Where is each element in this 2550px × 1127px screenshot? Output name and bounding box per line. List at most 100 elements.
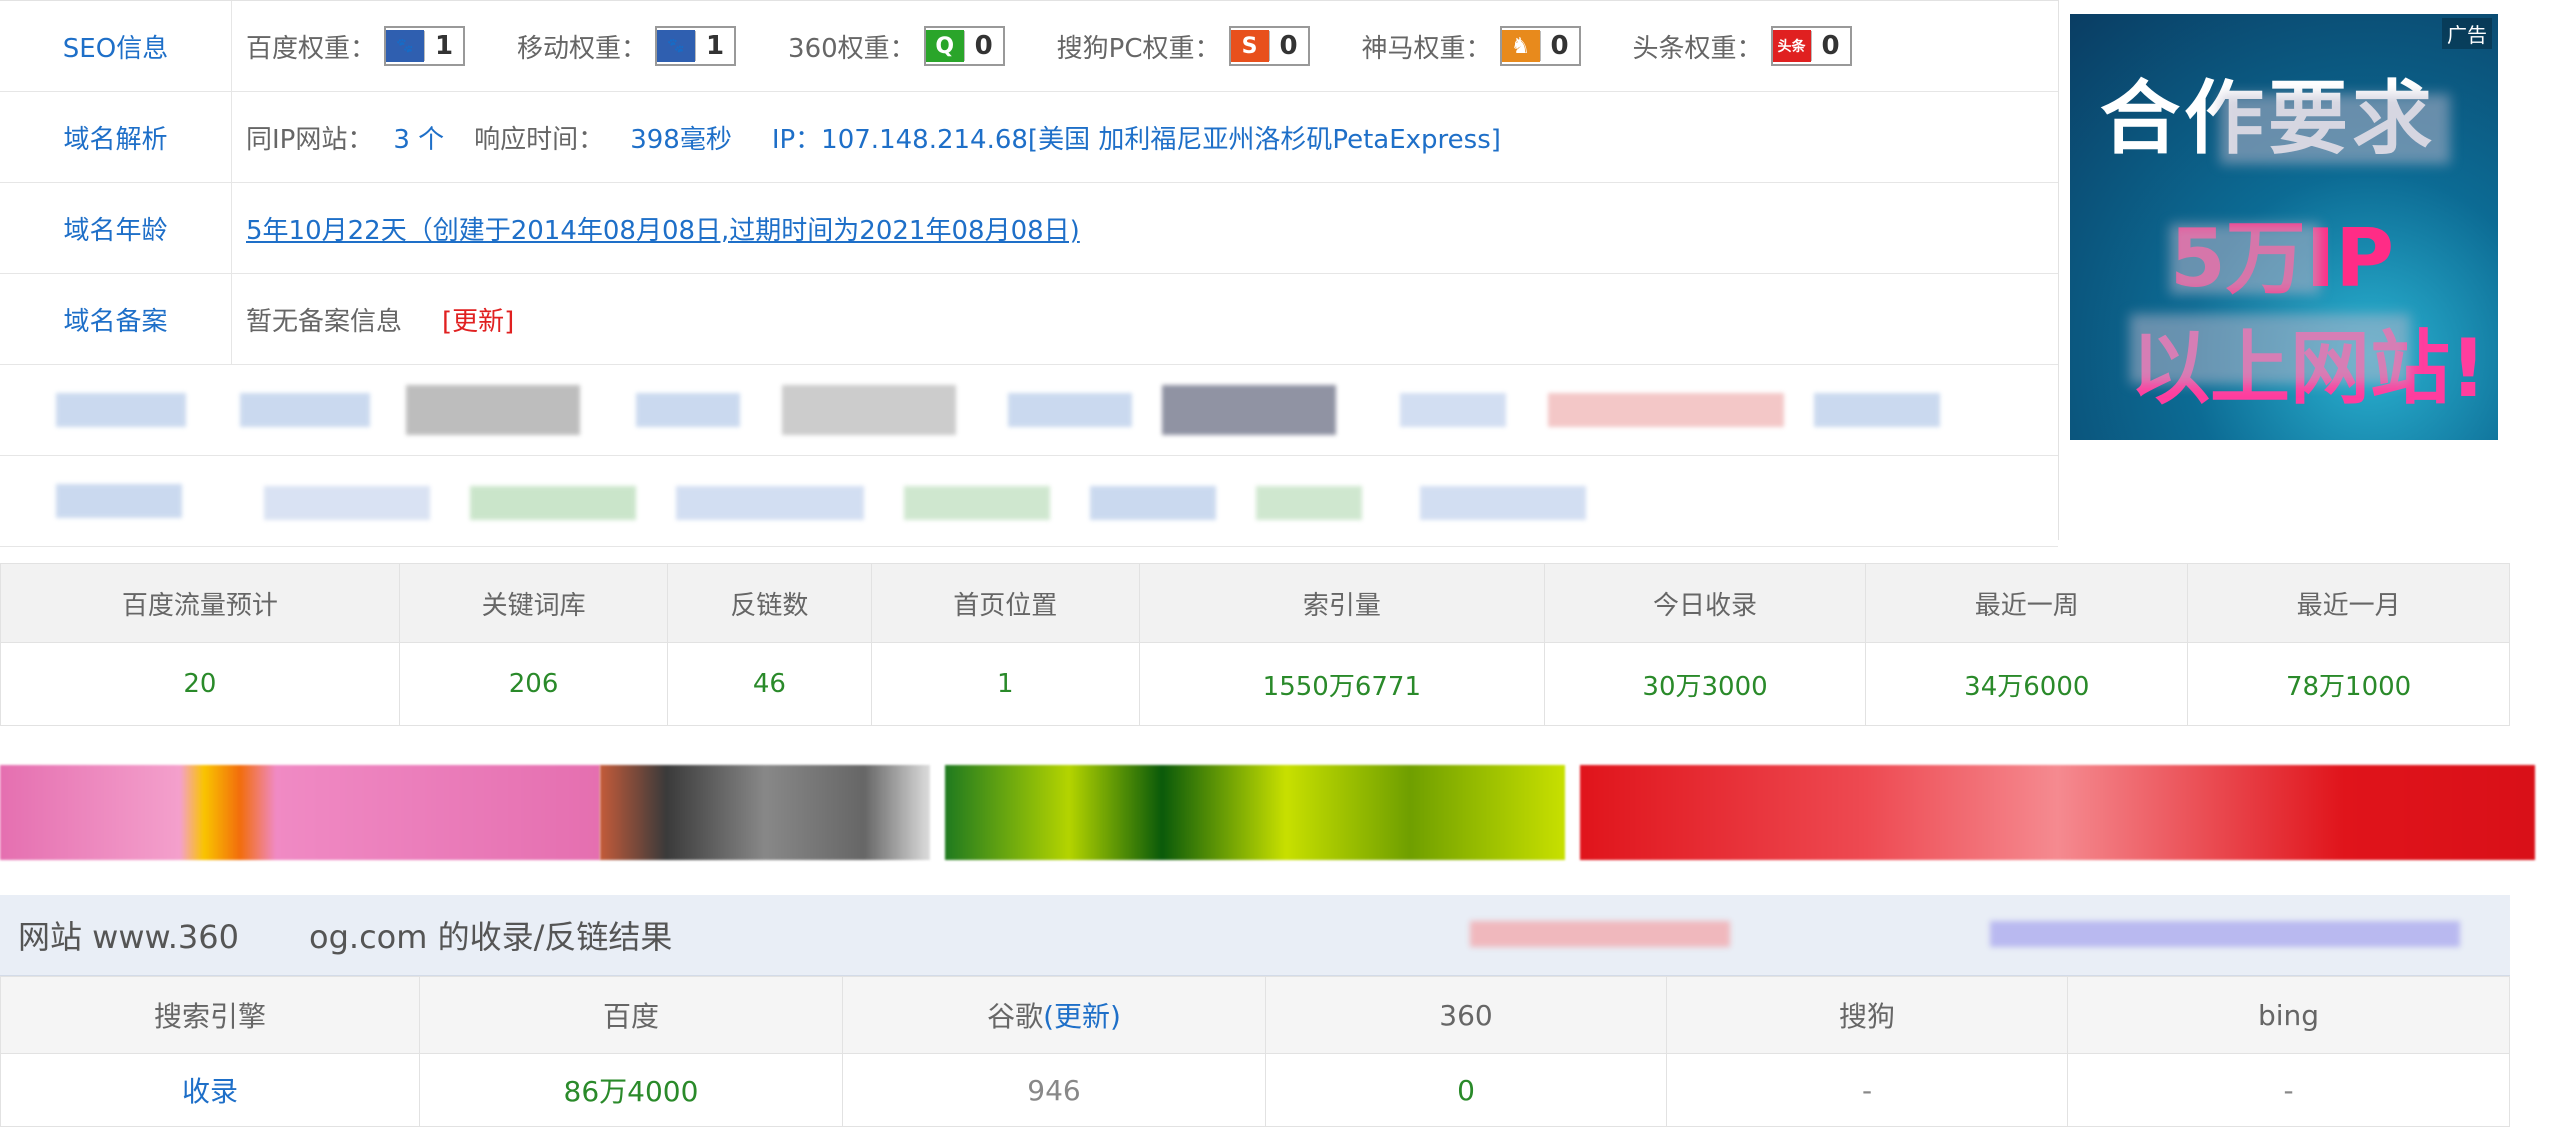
blurred-block <box>1814 393 1940 427</box>
stats-value-cell[interactable]: 206 <box>398 642 669 726</box>
ad-banner-strip[interactable] <box>945 765 1565 860</box>
ad-banner-strip[interactable] <box>0 765 600 860</box>
stats-header-cell: 首页位置 <box>870 563 1140 643</box>
blurred-block <box>1162 385 1336 435</box>
result-value-cell: - <box>2067 1053 2510 1127</box>
blurred-block <box>904 486 1050 520</box>
blurred-block <box>1008 393 1132 427</box>
weight-label: 百度权重： <box>246 33 377 64</box>
weight-value: 0 <box>963 31 1003 61</box>
weight-badge[interactable]: 🐾 1 <box>384 26 466 66</box>
baidu-paw-icon: 🐾 <box>386 30 425 62</box>
stats-header-cell: 今日收录 <box>1543 563 1867 643</box>
stats-value-row: 20 206 46 1 1550万6771 30万3000 34万6000 78万1000 <box>0 642 2510 726</box>
weight-badge[interactable]: 🐾 1 <box>655 26 737 66</box>
ad-banner-strip[interactable] <box>1580 765 2535 860</box>
weight-value: 0 <box>1810 31 1850 61</box>
blurred-block <box>56 484 182 518</box>
icp-value: 暂无备案信息 <box>246 306 403 337</box>
stats-value-cell[interactable]: 46 <box>667 642 872 726</box>
result-value-cell: - <box>1666 1053 2068 1127</box>
result-value-cell[interactable]: 946 <box>842 1053 1266 1127</box>
blurred-block <box>676 486 864 520</box>
weight-item: 头条权重： 头条 0 <box>1633 26 1852 66</box>
response-label: 响应时间： <box>474 124 605 155</box>
ad-banner[interactable]: 广告 合作要求 5万IP 以上网站! <box>2070 14 2498 440</box>
weight-item: 神马权重： ♞ 0 <box>1362 26 1581 66</box>
stats-value-cell[interactable]: 34万6000 <box>1865 642 2189 726</box>
stats-value-cell[interactable]: 78万1000 <box>2187 642 2510 726</box>
dns-row: 域名解析 同IP网站： 3 个 响应时间： 398毫秒 IP：107.148.2… <box>0 92 2058 183</box>
ad-blur-patch <box>2170 224 2320 294</box>
blurred-block <box>1420 486 1586 520</box>
seo-info-label[interactable]: SEO信息 <box>0 1 232 91</box>
domain-age-row: 域名年龄 5年10月22天（创建于2014年08月08日,过期时间为2021年0… <box>0 183 2058 274</box>
stats-value-cell[interactable]: 1 <box>870 642 1140 726</box>
site-info-table: SEO信息 百度权重： 🐾 1 移动权重： 🐾 1 360权重： Q 0 搜狗PC权重： S 0 神马权… <box>0 0 2058 547</box>
baidu-paw-icon: 🐾 <box>657 30 696 62</box>
ad-tag: 广告 <box>2442 18 2492 49</box>
weight-badge[interactable]: ♞ 0 <box>1499 26 1581 66</box>
stats-header-cell: 最近一月 <box>2187 563 2510 643</box>
blurred-block <box>470 486 636 520</box>
ip-location: IP：107.148.214.68[美国 加利福尼亚州洛杉矶PetaExpres… <box>771 124 1501 155</box>
weight-item: 移动权重： 🐾 1 <box>517 26 737 66</box>
blurred-block <box>56 393 186 427</box>
google-update-link[interactable]: (更新) <box>1043 1000 1121 1033</box>
weight-badge[interactable]: 头条 0 <box>1770 26 1852 66</box>
blurred-block <box>264 486 430 520</box>
weight-item: 搜狗PC权重： S 0 <box>1057 26 1310 66</box>
blurred-block <box>1256 486 1362 520</box>
ad-blur-patch <box>2130 314 2410 384</box>
same-ip-value[interactable]: 3 个 <box>393 119 444 156</box>
ad-banner-strip[interactable] <box>600 765 930 860</box>
result-header-cell: 360 <box>1265 976 1667 1054</box>
result-header-cell: bing <box>2067 976 2510 1054</box>
dns-label[interactable]: 域名解析 <box>0 92 232 182</box>
result-header-cell: 搜狗 <box>1666 976 2068 1054</box>
blurred-block <box>240 393 370 427</box>
stats-header-cell: 百度流量预计 <box>0 563 400 643</box>
weight-badge[interactable]: Q0 <box>923 26 1005 66</box>
dns-content: 同IP网站： 3 个 响应时间： 398毫秒 IP：107.148.214.68… <box>232 119 1501 156</box>
stats-header-cell: 反链数 <box>667 563 872 643</box>
result-value-cell[interactable]: 86万4000 <box>419 1053 843 1127</box>
360-icon: Q <box>925 30 964 62</box>
weight-value: 0 <box>1268 31 1308 61</box>
index-result-table: 搜索引擎 百度 谷歌(更新) 360 搜狗 bing 收录 86万4000 94… <box>0 976 2510 1127</box>
response-value: 398毫秒 <box>630 124 732 155</box>
blurred-row-1 <box>0 365 2058 456</box>
seo-weights: 百度权重： 🐾 1 移动权重： 🐾 1 360权重： Q 0 搜狗PC权重： S 0 神马权重： ♞ 0 头条… <box>232 26 1904 66</box>
stats-header-row: 百度流量预计 关键词库 反链数 首页位置 索引量 今日收录 最近一周 最近一月 <box>0 563 2510 643</box>
blurred-block <box>1400 393 1506 427</box>
weight-label: 移动权重： <box>517 33 648 64</box>
weight-badge[interactable]: S0 <box>1228 26 1310 66</box>
blurred-block <box>1470 921 1730 947</box>
icp-update-link[interactable]: [更新] <box>442 301 514 338</box>
domain-age-label[interactable]: 域名年龄 <box>0 183 232 273</box>
weight-label: 360权重： <box>788 33 916 64</box>
sogou-icon: S <box>1230 30 1269 62</box>
weight-label: 神马权重： <box>1361 33 1492 64</box>
seo-info-row: SEO信息 百度权重： 🐾 1 移动权重： 🐾 1 360权重： Q 0 搜狗PC权重： S 0 神马权… <box>0 1 2058 92</box>
result-row-label[interactable]: 收录 <box>0 1053 420 1127</box>
result-header-row: 搜索引擎 百度 谷歌(更新) 360 搜狗 bing <box>0 976 2510 1054</box>
result-header-cell: 百度 <box>419 976 843 1054</box>
info-divider <box>2058 0 2059 540</box>
blurred-block <box>782 385 956 435</box>
weight-label: 搜狗PC权重： <box>1056 33 1221 64</box>
stats-value-cell[interactable]: 20 <box>0 642 400 726</box>
shenma-icon: ♞ <box>1501 30 1540 62</box>
stats-header-cell: 关键词库 <box>398 563 669 643</box>
stats-value-cell[interactable]: 30万3000 <box>1543 642 1867 726</box>
domain-age-link[interactable]: 5年10月22天（创建于2014年08月08日,过期时间为2021年08月08日… <box>246 210 1080 247</box>
result-title: 网站 www.360 og.com 的收录/反链结果 <box>0 912 672 958</box>
stats-header-cell: 最近一周 <box>1865 563 2189 643</box>
blurred-block <box>636 393 740 427</box>
weight-item: 百度权重： 🐾 1 <box>246 26 466 66</box>
result-title-head: 网站 www.360 <box>18 918 240 956</box>
blurred-block <box>1990 921 2460 947</box>
result-value-cell[interactable]: 0 <box>1265 1053 1667 1127</box>
stats-value-cell[interactable]: 1550万6771 <box>1138 642 1545 726</box>
icp-label[interactable]: 域名备案 <box>0 274 232 364</box>
